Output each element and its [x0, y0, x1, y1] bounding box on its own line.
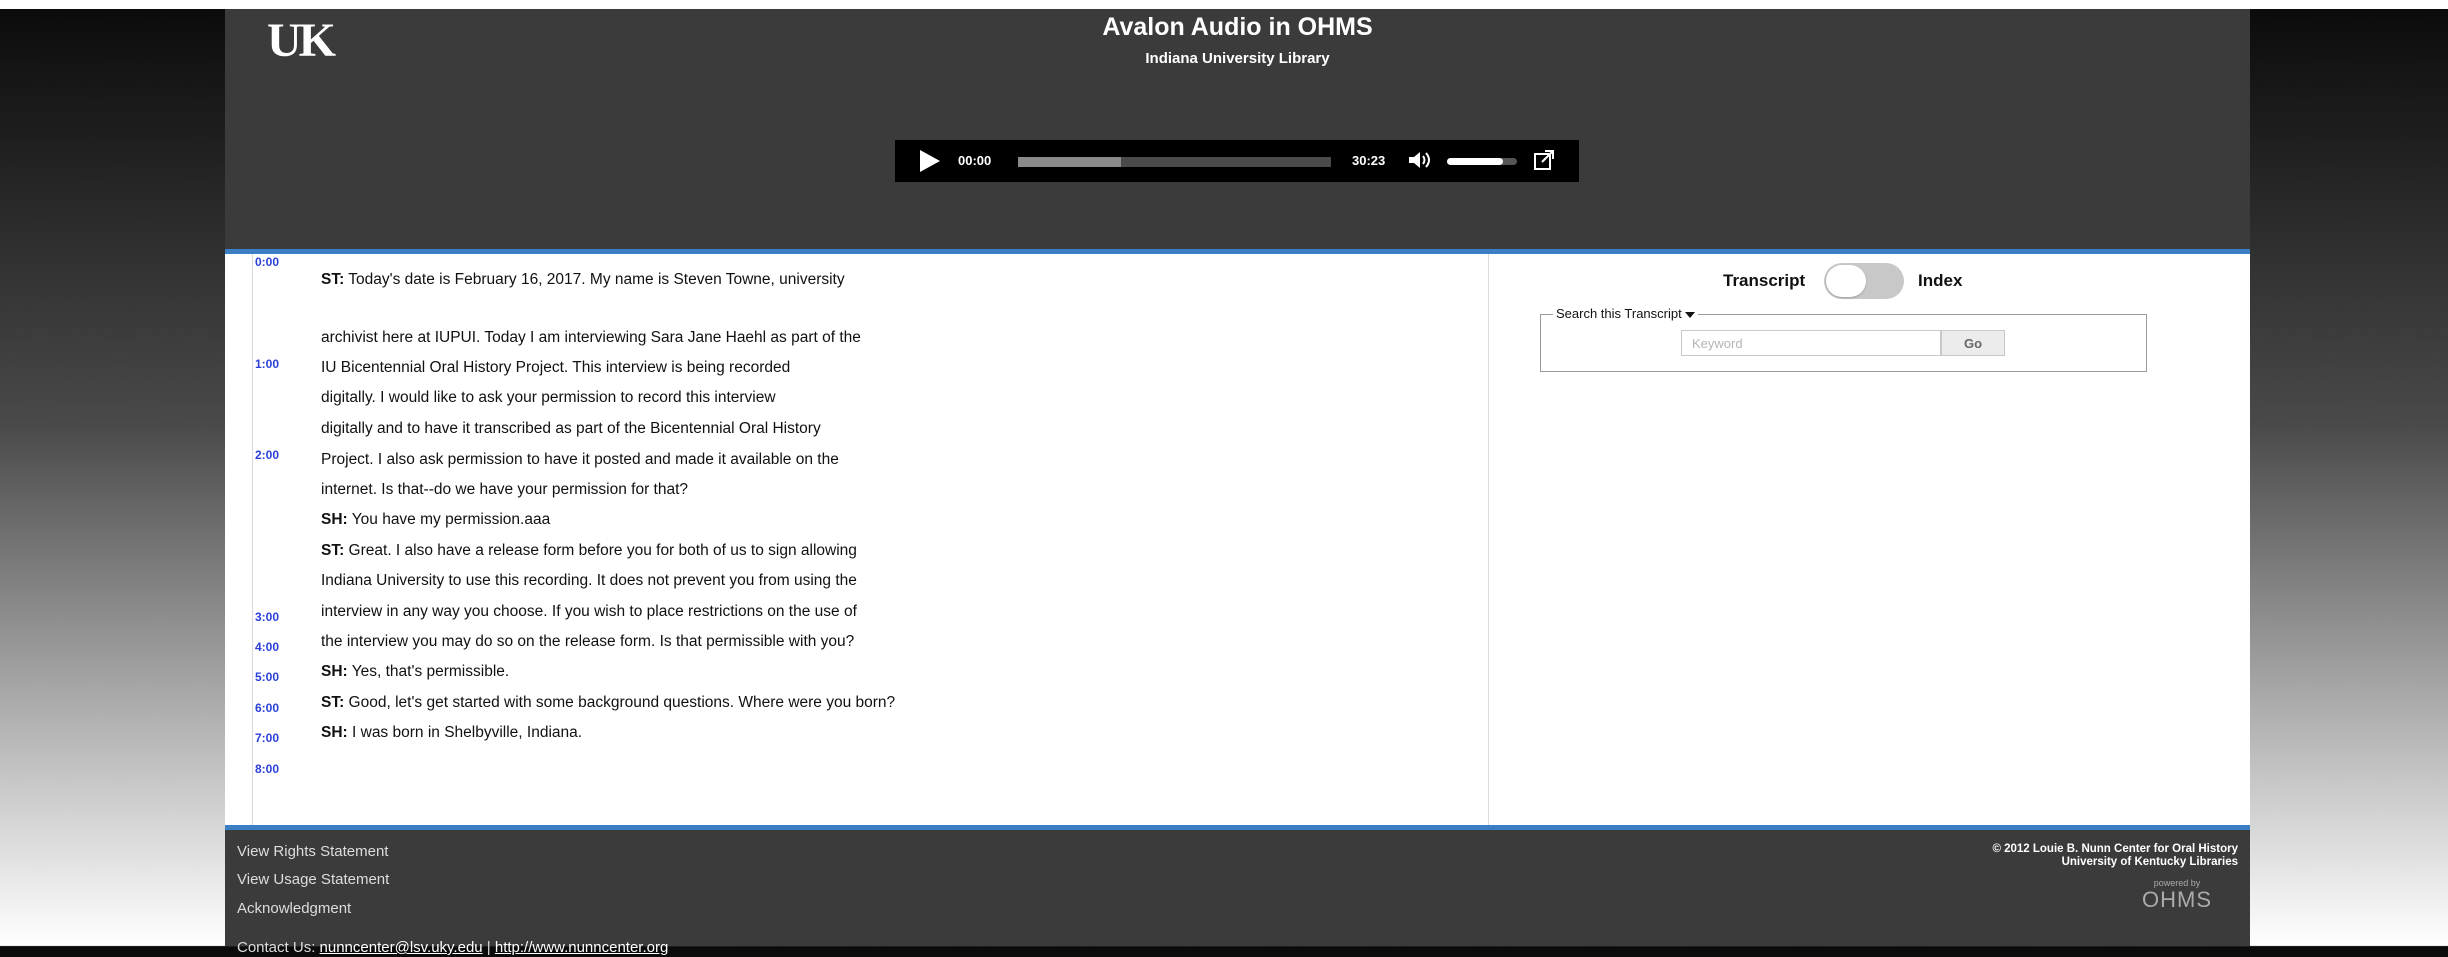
ohms-viewer: UK Avalon Audio in OHMS Indiana Universi…: [225, 9, 2250, 956]
transcript-line: Project. I also ask permission to have i…: [321, 450, 839, 470]
speaker-label: SH:: [321, 663, 348, 680]
page-subtitle: Indiana University Library: [1145, 50, 1330, 67]
progress-bar[interactable]: [1018, 157, 1331, 167]
transcript-index-toggle[interactable]: [1824, 263, 1904, 299]
contact-email-link[interactable]: nunncenter@lsv.uky.edu: [320, 939, 483, 956]
transcript-line: SH: Yes, that's permissible.: [321, 662, 509, 682]
timestamp-link[interactable]: 8:00: [255, 762, 279, 776]
timestamp-gutter-divider: [252, 254, 253, 825]
ohms-logo: OHMS: [2142, 887, 2212, 912]
speaker-label: ST:: [321, 542, 345, 559]
transcript-text: I was born in Shelbyville, Indiana.: [347, 724, 583, 741]
transcript-line: digitally and to have it transcribed as …: [321, 419, 821, 439]
transcript-text: Indiana University to use this recording…: [321, 572, 857, 589]
timestamp-link[interactable]: 2:00: [255, 448, 279, 462]
timestamp-link[interactable]: 0:00: [255, 255, 279, 269]
transcript-line: SH: I was born in Shelbyville, Indiana.: [321, 723, 582, 743]
transcript-text: the interview you may do so on the relea…: [321, 633, 855, 650]
transcript-line: ST: Good, let's get started with some ba…: [321, 693, 895, 713]
transcript-line: archivist here at IUPUI. Today I am inte…: [321, 328, 861, 348]
page-title: Avalon Audio in OHMS: [1102, 13, 1373, 41]
transcript-text: Project. I also ask permission to have i…: [321, 451, 839, 468]
top-strip: [0, 0, 2448, 9]
rights-statement-link[interactable]: View Rights Statement: [237, 843, 388, 861]
timestamp-link[interactable]: 5:00: [255, 670, 279, 684]
transcript-text: Yes, that's permissible.: [347, 663, 510, 680]
popout-icon[interactable]: [1533, 149, 1555, 171]
powered-by-ohms: powered by OHMS: [2142, 878, 2212, 912]
usage-statement-link[interactable]: View Usage Statement: [237, 871, 389, 889]
transcript-text: Great. I also have a release form before…: [344, 542, 857, 559]
copyright: © 2012 Louie B. Nunn Center for Oral His…: [1992, 843, 2238, 869]
current-time: 00:00: [958, 153, 992, 168]
header: UK Avalon Audio in OHMS Indiana Universi…: [225, 9, 2250, 249]
main-content: 0:00 1:00 2:00 3:00 4:00 5:00 6:00 7:00 …: [225, 249, 2250, 830]
contact-separator: |: [482, 939, 495, 956]
transcript-line: IU Bicentennial Oral History Project. Th…: [321, 358, 790, 378]
total-time: 30:23: [1352, 153, 1386, 168]
timestamp-link[interactable]: 7:00: [255, 731, 279, 745]
play-icon[interactable]: [920, 150, 940, 172]
transcript-line: interview in any way you choose. If you …: [321, 602, 857, 622]
transcript-line: SH: You have my permission.aaa: [321, 510, 550, 530]
speaker-label: ST:: [321, 271, 345, 288]
go-button[interactable]: Go: [1941, 330, 2005, 356]
volume-icon[interactable]: [1407, 149, 1435, 171]
transcript-line: digitally. I would like to ask your perm…: [321, 388, 776, 408]
contact-line: Contact Us: nunncenter@lsv.uky.edu | htt…: [237, 939, 668, 957]
transcript-pane: 0:00 1:00 2:00 3:00 4:00 5:00 6:00 7:00 …: [225, 254, 1489, 825]
speaker-label: SH:: [321, 511, 348, 528]
timestamp-link[interactable]: 4:00: [255, 640, 279, 654]
timestamp-link[interactable]: 1:00: [255, 357, 279, 371]
volume-fill: [1447, 158, 1503, 165]
footer: View Rights Statement View Usage Stateme…: [225, 830, 2250, 956]
toggle-label-index: Index: [1918, 271, 1963, 290]
speaker-label: SH:: [321, 724, 348, 741]
transcript-text: Today's date is February 16, 2017. My na…: [344, 271, 845, 288]
copyright-line: © 2012 Louie B. Nunn Center for Oral His…: [1992, 843, 2238, 855]
keyword-search-input[interactable]: [1681, 330, 1941, 356]
progress-fill: [1018, 157, 1122, 167]
acknowledgment-link[interactable]: Acknowledgment: [237, 900, 351, 918]
search-legend-label: Search this Transcript: [1556, 306, 1682, 321]
transcript-line: ST: Great. I also have a release form be…: [321, 541, 857, 561]
toggle-knob: [1826, 265, 1866, 297]
timestamp-link[interactable]: 6:00: [255, 701, 279, 715]
toggle-label-transcript: Transcript: [1723, 271, 1806, 290]
contact-website-link[interactable]: http://www.nunncenter.org: [495, 939, 668, 956]
transcript-text: digitally. I would like to ask your perm…: [321, 389, 776, 406]
search-fieldset: Search this Transcript Go: [1540, 306, 2147, 372]
transcript-text: digitally and to have it transcribed as …: [321, 420, 821, 437]
audio-player: 00:00 30:23: [895, 140, 1579, 182]
transcript-text: archivist here at IUPUI. Today I am inte…: [321, 329, 861, 346]
transcript-line: Indiana University to use this recording…: [321, 571, 857, 591]
copyright-line: University of Kentucky Libraries: [2061, 856, 2238, 868]
transcript-line: ST: Today's date is February 16, 2017. M…: [321, 270, 845, 290]
transcript-line: the interview you may do so on the relea…: [321, 632, 854, 652]
transcript-text: IU Bicentennial Oral History Project. Th…: [321, 359, 791, 376]
transcript-line: internet. Is that--do we have your permi…: [321, 480, 688, 500]
speaker-label: ST:: [321, 694, 345, 711]
volume-slider[interactable]: [1447, 158, 1517, 165]
contact-label: Contact Us:: [237, 939, 320, 956]
transcript-text: You have my permission.aaa: [347, 511, 551, 528]
search-pane: Transcript Index Search this Transcript …: [1489, 254, 2250, 825]
search-legend[interactable]: Search this Transcript: [1553, 306, 1698, 322]
caret-down-icon: [1684, 311, 1695, 318]
transcript-text: interview in any way you choose. If you …: [321, 603, 857, 620]
transcript-text: internet. Is that--do we have your permi…: [321, 481, 689, 498]
transcript-text: Good, let's get started with some backgr…: [344, 694, 896, 711]
timestamp-link[interactable]: 3:00: [255, 610, 279, 624]
